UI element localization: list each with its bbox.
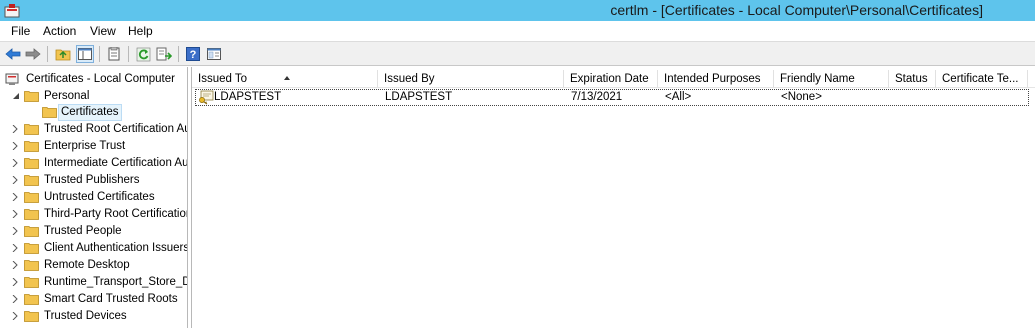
expand-triangle-icon[interactable]: [11, 210, 19, 218]
expand-triangle-icon[interactable]: [11, 142, 19, 150]
tree-item-smart-card-roots[interactable]: Smart Card Trusted Roots: [0, 291, 187, 308]
export-list-icon[interactable]: [155, 45, 173, 63]
cell-intended-purposes: <All>: [665, 91, 692, 103]
menu-file[interactable]: File: [11, 24, 30, 38]
tree-item-label: Smart Card Trusted Roots: [44, 293, 178, 305]
tree-item-trusted-devices[interactable]: Trusted Devices: [0, 308, 187, 325]
expand-triangle-icon[interactable]: [11, 227, 19, 235]
tree-root[interactable]: Certificates - Local Computer: [0, 71, 187, 88]
back-icon[interactable]: [4, 45, 22, 63]
tree-item-third-party-root[interactable]: Third-Party Root Certification: [0, 206, 188, 223]
folder-icon: [24, 209, 39, 220]
menu-view[interactable]: View: [90, 24, 116, 38]
folder-icon: [24, 175, 39, 186]
expand-triangle-icon[interactable]: [11, 261, 19, 269]
folder-icon: [24, 294, 39, 305]
tree-item-trusted-root[interactable]: Trusted Root Certification Au: [0, 121, 188, 138]
folder-icon: [24, 124, 39, 135]
expand-triangle-icon[interactable]: [11, 295, 19, 303]
refresh-icon[interactable]: [134, 45, 152, 63]
folder-icon: [24, 192, 39, 203]
column-intended-purposes[interactable]: Intended Purposes: [658, 70, 774, 88]
tree-item-untrusted[interactable]: Untrusted Certificates: [0, 189, 187, 206]
cell-issued-to: LDAPSTEST: [214, 91, 282, 103]
tree-item-label: Remote Desktop: [44, 259, 130, 271]
window-title: certlm - [Certificates - Local Computer\…: [610, 2, 983, 18]
column-label: Issued To: [198, 73, 248, 85]
console-view-icon[interactable]: [205, 45, 223, 63]
tree-item-label: Certificates: [58, 104, 122, 121]
column-certificate-template[interactable]: Certificate Te...: [936, 70, 1028, 88]
tree-item-certificates[interactable]: Certificates: [0, 104, 187, 121]
tree-item-label: Intermediate Certification Au: [44, 157, 188, 169]
cell-issued-by: LDAPSTEST: [385, 91, 453, 103]
tree-item-trusted-publishers[interactable]: Trusted Publishers: [0, 172, 187, 189]
tree-item-client-auth-issuers[interactable]: Client Authentication Issuers: [0, 240, 188, 257]
column-friendly-name[interactable]: Friendly Name: [774, 70, 889, 88]
expand-triangle-icon[interactable]: [11, 278, 19, 286]
tree-item-label: Personal: [44, 90, 90, 102]
folder-open-icon: [24, 91, 39, 102]
tree-item-remote-desktop[interactable]: Remote Desktop: [0, 257, 187, 274]
svg-text:?: ?: [190, 49, 197, 61]
column-status[interactable]: Status: [889, 70, 936, 88]
list-header: Issued To Issued By Expiration Date Inte…: [192, 67, 1035, 88]
tree-item-label: Trusted Devices: [44, 310, 127, 322]
tree-item-label: Trusted Publishers: [44, 174, 140, 186]
table-row[interactable]: LDAPSTEST LDAPSTEST 7/13/2021 <All> <Non…: [195, 89, 1029, 106]
cell-expiration-date: 7/13/2021: [571, 91, 623, 103]
tree-item-label: Runtime_Transport_Store_D2: [44, 276, 188, 288]
tree-item-runtime-transport[interactable]: Runtime_Transport_Store_D2: [0, 274, 188, 291]
forward-icon[interactable]: [24, 45, 42, 63]
sort-ascending-icon: [284, 76, 290, 80]
tree-item-enterprise-trust[interactable]: Enterprise Trust: [0, 138, 187, 155]
folder-icon: [24, 277, 39, 288]
certificate-list: Issued To Issued By Expiration Date Inte…: [191, 67, 1035, 328]
properties-icon[interactable]: [105, 45, 123, 63]
expand-triangle-icon[interactable]: [11, 193, 19, 201]
tree-item-label: Third-Party Root Certification: [44, 208, 188, 220]
toolbar-separator: [99, 46, 100, 62]
tree-item-intermediate[interactable]: Intermediate Certification Au: [0, 155, 188, 172]
folder-icon: [24, 158, 39, 169]
folder-icon: [24, 141, 39, 152]
console-tree: Certificates - Local Computer Personal C…: [0, 67, 188, 328]
folder-icon: [24, 243, 39, 254]
toolbar-separator: [178, 46, 179, 62]
tree-item-personal[interactable]: Personal: [0, 88, 187, 105]
tree-item-label: Trusted People: [44, 225, 122, 237]
menu-action[interactable]: Action: [43, 24, 76, 38]
tree-root-label: Certificates - Local Computer: [26, 73, 175, 85]
toolbar-separator: [47, 46, 48, 62]
toolbar-separator: [128, 46, 129, 62]
collapse-triangle-icon[interactable]: [12, 92, 20, 100]
show-hide-tree-icon[interactable]: [76, 45, 94, 63]
tree-item-label: Enterprise Trust: [44, 140, 126, 152]
tree-item-label: Untrusted Certificates: [44, 191, 155, 203]
menu-help[interactable]: Help: [128, 24, 153, 38]
tree-item-label: Client Authentication Issuers: [44, 242, 188, 254]
help-icon[interactable]: ?: [184, 45, 202, 63]
tree-item-trusted-people[interactable]: Trusted People: [0, 223, 187, 240]
title-bar: certlm - [Certificates - Local Computer\…: [0, 0, 1035, 21]
cell-friendly-name: <None>: [781, 91, 822, 103]
toolbar: ?: [0, 41, 1035, 66]
expand-triangle-icon[interactable]: [11, 244, 19, 252]
expand-triangle-icon[interactable]: [11, 125, 19, 133]
expand-triangle-icon[interactable]: [11, 312, 19, 320]
folder-icon: [24, 226, 39, 237]
column-issued-to[interactable]: Issued To: [192, 70, 378, 88]
certificate-key-icon: [199, 90, 214, 105]
expand-triangle-icon[interactable]: [11, 176, 19, 184]
folder-icon: [24, 260, 39, 271]
tree-item-label: Trusted Root Certification Au: [44, 123, 188, 135]
expand-triangle-icon[interactable]: [11, 159, 19, 167]
certificate-store-icon: [5, 73, 19, 85]
column-expiration-date[interactable]: Expiration Date: [564, 70, 658, 88]
up-folder-icon[interactable]: [54, 45, 72, 63]
menu-bar: File Action View Help: [0, 21, 1035, 41]
folder-icon: [42, 107, 57, 118]
column-issued-by[interactable]: Issued By: [378, 70, 564, 88]
folder-icon: [24, 311, 39, 322]
